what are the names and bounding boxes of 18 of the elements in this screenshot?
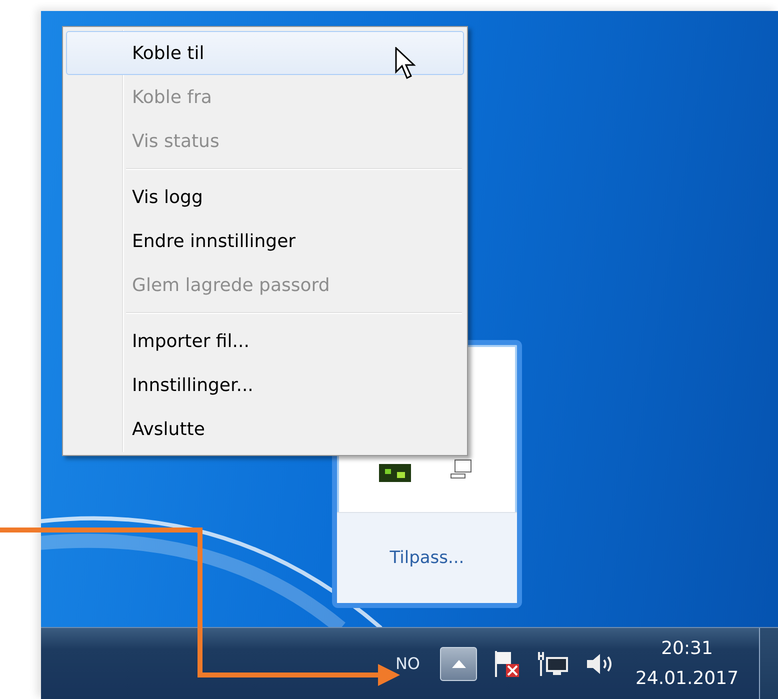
clock-date: 24.01.2017 (635, 666, 739, 690)
clock-time: 20:31 (661, 636, 713, 660)
menu-item[interactable]: Avslutte (66, 407, 464, 451)
menu-item[interactable]: Importer fil... (66, 319, 464, 363)
caret-icon (452, 660, 466, 668)
menu-item[interactable]: Vis logg (66, 175, 464, 219)
customize-link[interactable]: Tilpass... (390, 548, 464, 568)
menu-item[interactable]: Endre innstillinger (66, 219, 464, 263)
menu-item[interactable]: Innstillinger... (66, 363, 464, 407)
show-desktop-button[interactable] (759, 628, 778, 699)
network-icon[interactable] (537, 650, 569, 678)
menu-item[interactable]: Koble til (66, 31, 464, 75)
flag-icon[interactable] (493, 648, 521, 678)
clock[interactable]: 20:31 24.01.2017 (631, 634, 743, 694)
show-hidden-icons-button[interactable] (440, 646, 477, 680)
picture-icon[interactable] (379, 464, 411, 482)
language-indicator[interactable]: NO (395, 654, 420, 673)
cursor-icon (395, 47, 417, 81)
